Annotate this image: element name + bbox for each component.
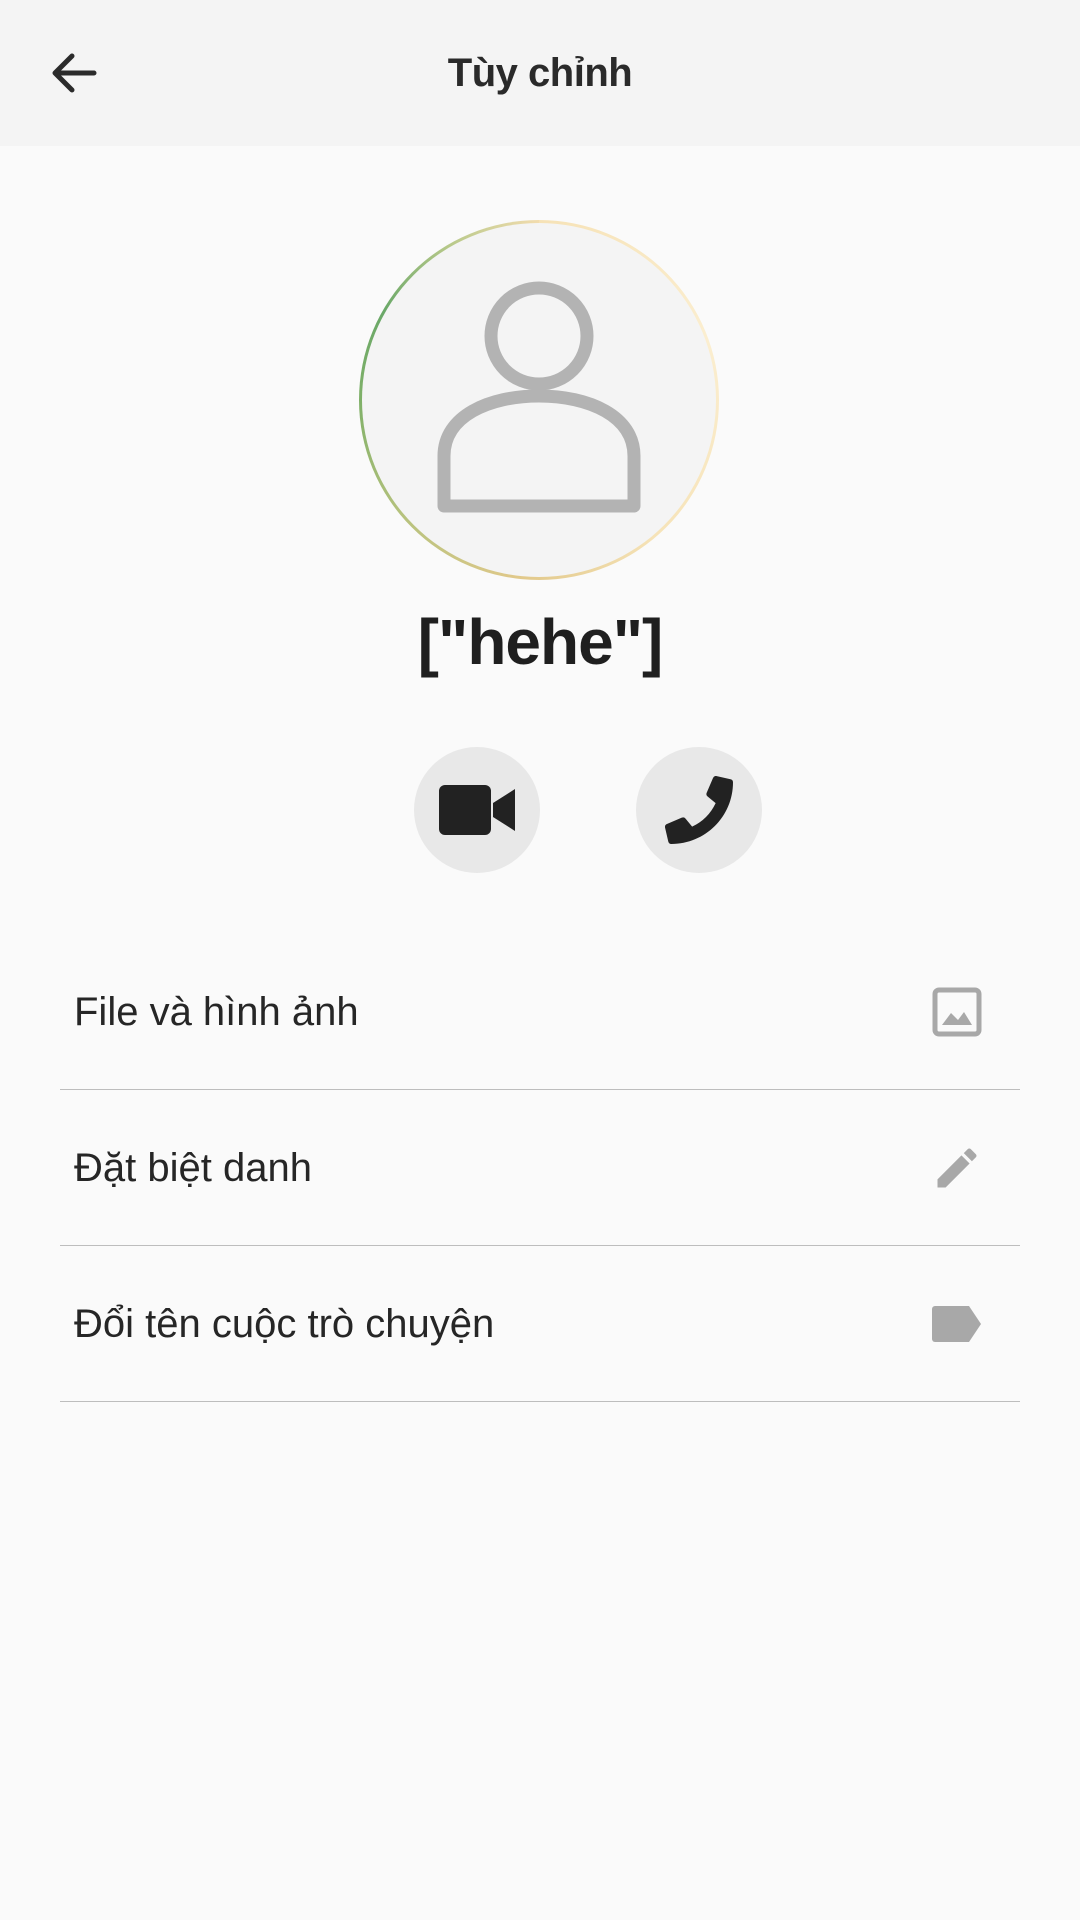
menu-item-label: Đặt biệt danh <box>74 1145 312 1190</box>
profile-name: ["hehe"] <box>417 606 664 678</box>
chat-settings-screen: Tùy chỉnh ["hehe"] File và hình ảnh Đặt … <box>0 0 1080 1920</box>
label-tag-icon <box>930 1297 984 1351</box>
person-outline-icon <box>437 281 641 513</box>
page-title: Tùy chỉnh <box>447 51 633 95</box>
avatar[interactable] <box>359 220 719 580</box>
voice-call-button[interactable] <box>636 747 762 873</box>
pencil-icon <box>930 1141 984 1195</box>
image-icon <box>930 985 984 1039</box>
menu-item-rename-conversation[interactable]: Đổi tên cuộc trò chuyện <box>60 1246 1020 1402</box>
video-camera-icon <box>439 785 515 835</box>
avatar-inner <box>362 223 716 577</box>
video-call-button[interactable] <box>414 747 540 873</box>
phone-icon <box>665 776 733 844</box>
menu-item-files-images[interactable]: File và hình ảnh <box>60 934 1020 1090</box>
menu-item-label: Đổi tên cuộc trò chuyện <box>74 1301 495 1346</box>
menu-item-set-nickname[interactable]: Đặt biệt danh <box>60 1090 1020 1246</box>
top-app-bar: Tùy chỉnh <box>0 0 1080 146</box>
menu-item-label: File và hình ảnh <box>74 989 359 1034</box>
settings-menu: File và hình ảnh Đặt biệt danh Đổi tên c… <box>60 934 1020 1402</box>
